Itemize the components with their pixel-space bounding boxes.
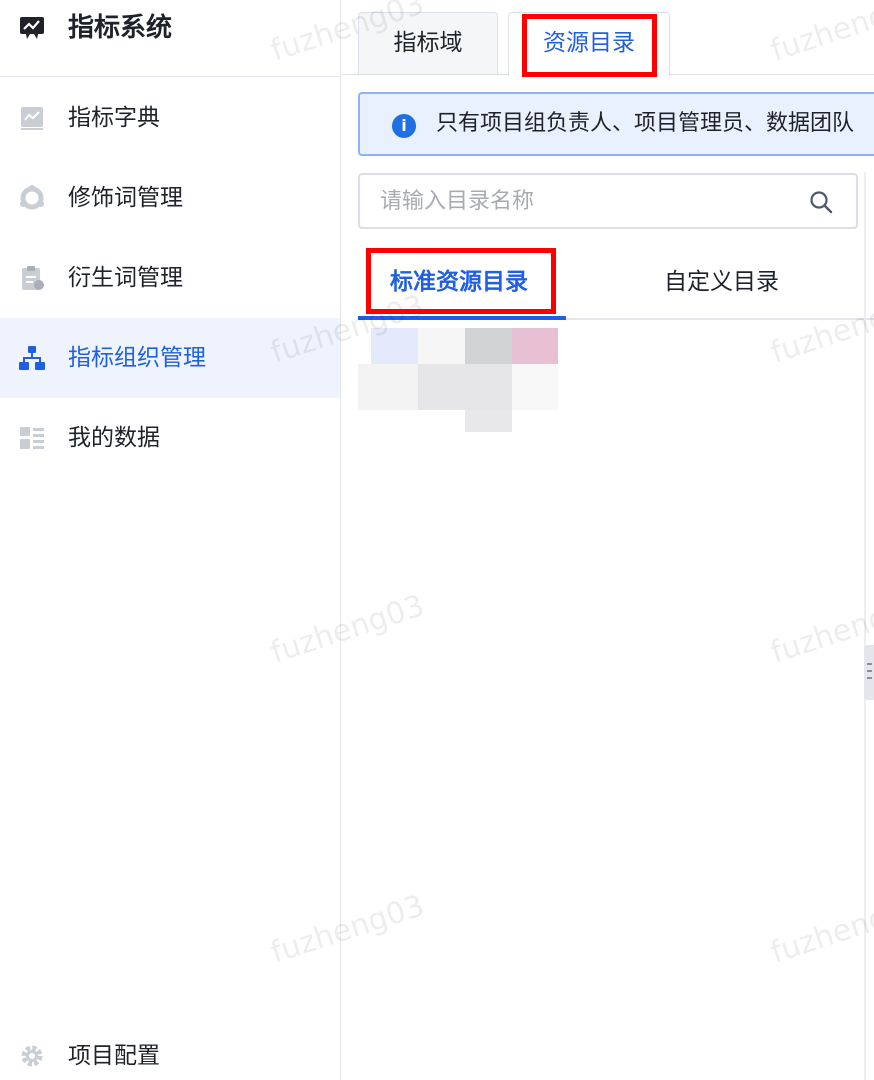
sidebar-item-label: 我的数据 xyxy=(68,425,160,451)
sidebar-item-label: 指标组织管理 xyxy=(68,345,206,371)
grid-list-icon xyxy=(20,427,44,449)
catalog-search xyxy=(358,173,858,229)
tab-standard-resource-catalog[interactable]: 标准资源目录 xyxy=(390,262,528,302)
search-icon[interactable] xyxy=(808,189,834,215)
sidebar-item-label: 修饰词管理 xyxy=(68,185,183,211)
gear-icon xyxy=(21,1045,43,1067)
app-root: 指标系统 指标字典 修饰词管理 衍生词管理 指标组织管理 我的数据 项目配置 指… xyxy=(0,0,874,1080)
ring-icon xyxy=(20,185,44,210)
sidebar-item-metric-org-management[interactable]: 指标组织管理 xyxy=(0,318,340,398)
sidebar-item-label: 项目配置 xyxy=(68,1043,160,1069)
tab-resource-catalog[interactable]: 资源目录 xyxy=(508,12,670,76)
org-tree-icon xyxy=(19,346,45,370)
sidebar-item-my-data[interactable]: 我的数据 xyxy=(0,398,340,478)
catalog-sub-tabs: 标准资源目录 自定义目录 xyxy=(358,244,874,320)
info-alert: i 只有项目组负责人、项目管理员、数据团队 xyxy=(358,92,874,156)
panel-splitter[interactable] xyxy=(864,172,866,1080)
alert-message: 只有项目组负责人、项目管理员、数据团队 xyxy=(436,111,855,136)
sidebar-item-project-config[interactable]: 项目配置 xyxy=(0,1020,340,1080)
sidebar: 指标系统 指标字典 修饰词管理 衍生词管理 指标组织管理 我的数据 项目配置 xyxy=(0,0,341,1080)
main-panel: 指标域 资源目录 i 只有项目组负责人、项目管理员、数据团队 标准资源目录 自定… xyxy=(342,0,874,1080)
tab-custom-catalog[interactable]: 自定义目录 xyxy=(664,262,779,302)
top-tab-bar: 指标域 资源目录 xyxy=(342,0,874,77)
info-icon: i xyxy=(392,114,416,138)
sidebar-item-metric-dictionary[interactable]: 指标字典 xyxy=(0,78,340,158)
tab-metric-domain[interactable]: 指标域 xyxy=(358,12,498,75)
search-input[interactable] xyxy=(380,183,790,219)
chart-book-icon xyxy=(21,107,43,130)
sidebar-item-modifier-management[interactable]: 修饰词管理 xyxy=(0,158,340,238)
brand-header: 指标系统 xyxy=(0,0,340,77)
sidebar-item-derived-word-management[interactable]: 衍生词管理 xyxy=(0,238,340,318)
app-title: 指标系统 xyxy=(68,13,173,43)
sidebar-item-label: 衍生词管理 xyxy=(68,265,183,291)
clipboard-icon xyxy=(22,266,44,290)
metrics-logo-icon xyxy=(20,17,44,39)
sidebar-item-label: 指标字典 xyxy=(68,105,160,131)
collapse-handle[interactable] xyxy=(864,645,874,700)
active-tab-indicator xyxy=(358,316,566,320)
blurred-content xyxy=(358,328,558,432)
